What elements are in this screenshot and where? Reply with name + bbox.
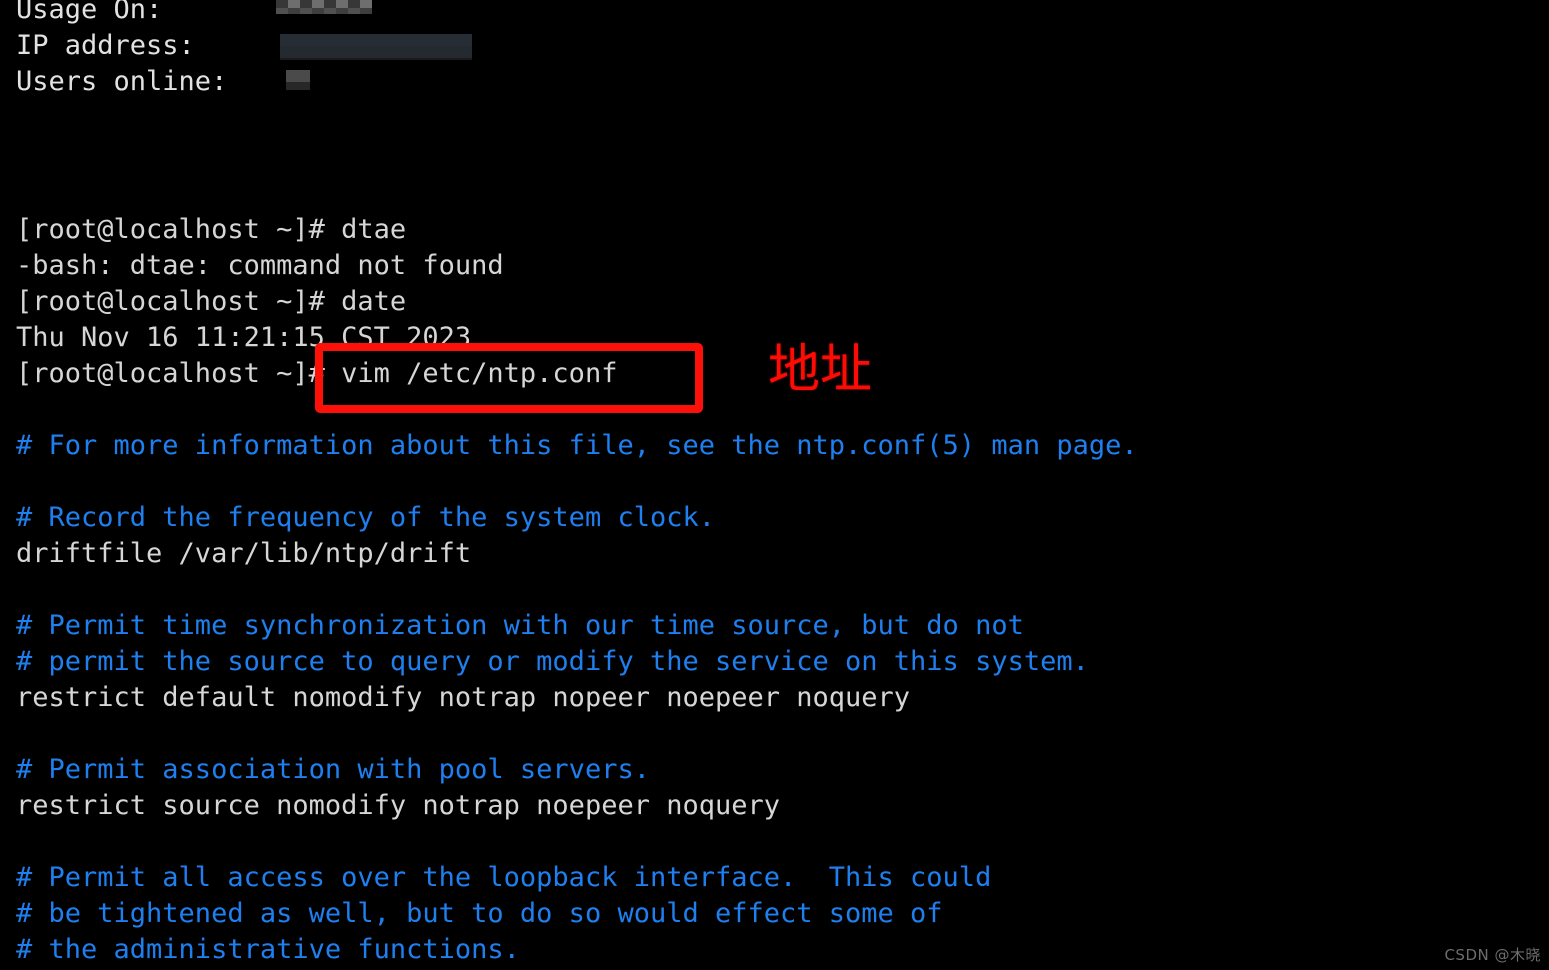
conf-line-2: # Record the frequency of the system clo… (16, 502, 715, 533)
conf-line-9: # Permit association with pool servers. (16, 754, 650, 785)
motd-row-users-online: Users online: (16, 66, 228, 97)
terminal-screen: Usage On: IP address: Users online: [roo… (0, 0, 1549, 970)
shell-line-dtae-error: -bash: dtae: command not found (16, 250, 504, 281)
csdn-watermark: CSDN @木晓 (1444, 946, 1541, 964)
conf-line-7: restrict default nomodify notrap nopeer … (16, 682, 911, 713)
motd-row-ip-address: IP address: (16, 30, 195, 61)
shell-line-vim-command: [root@localhost ~]# vim /etc/ntp.conf (16, 358, 618, 389)
conf-line-12: # Permit all access over the loopback in… (16, 862, 992, 893)
conf-line-5: # Permit time synchronization with our t… (16, 610, 1024, 641)
motd-row-usage-on: Usage On: (16, 0, 163, 25)
redaction-mosaic-ip-address (280, 34, 472, 60)
annotation-label-address: 地址 (768, 340, 873, 400)
conf-line-6: # permit the source to query or modify t… (16, 646, 1089, 677)
shell-line-dtae-command: [root@localhost ~]# dtae (16, 214, 407, 245)
conf-line-13: # be tightened as well, but to do so wou… (16, 898, 943, 929)
conf-line-0: # For more information about this file, … (16, 430, 1138, 461)
redaction-mosaic-usage-on (276, 0, 372, 14)
conf-line-10: restrict source nomodify notrap noepeer … (16, 790, 781, 821)
shell-line-date-command: [root@localhost ~]# date (16, 286, 407, 317)
conf-line-3: driftfile /var/lib/ntp/drift (16, 538, 472, 569)
redaction-mosaic-users-online (286, 70, 310, 90)
shell-line-date-output: Thu Nov 16 11:21:15 CST 2023 (16, 322, 472, 353)
conf-line-14: # the administrative functions. (16, 934, 520, 965)
